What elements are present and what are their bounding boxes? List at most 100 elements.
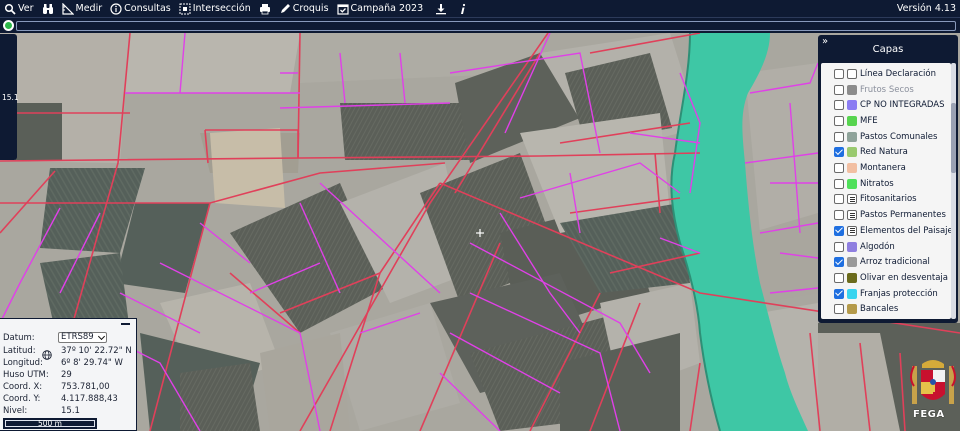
layer-row[interactable]: CP NO INTEGRADAS <box>821 97 951 113</box>
layer-checkbox[interactable] <box>834 194 844 205</box>
info-icon <box>110 2 122 15</box>
layer-color-swatch <box>847 100 857 111</box>
layer-row[interactable]: Frutos Secos <box>821 82 951 98</box>
layer-checkbox[interactable] <box>834 304 844 315</box>
layer-checkbox[interactable] <box>834 241 844 252</box>
layers-scrollbar[interactable] <box>951 63 956 319</box>
orthophoto-map[interactable] <box>0 33 960 431</box>
main-toolbar: Ver Medir Consultas Intersección Croquis… <box>0 0 960 17</box>
layer-row[interactable]: Olivar en desventaja <box>821 270 951 286</box>
layer-row[interactable]: Elementos del Paisaje <box>821 223 951 239</box>
layer-label: Montanera <box>860 163 906 174</box>
layer-row[interactable]: Pastos Comunales <box>821 129 951 145</box>
layer-row[interactable]: Línea Declaración <box>821 66 951 82</box>
latitude-row: Latitud: 37º 10' 22.72" N <box>3 346 137 356</box>
download-icon <box>436 3 447 14</box>
status-indicator <box>3 20 14 31</box>
layer-row[interactable]: Pastos Permanentes <box>821 207 951 223</box>
medir-label: Medir <box>75 3 103 14</box>
layer-row[interactable]: Fitosanitarios <box>821 192 951 208</box>
croquis-label: Croquis <box>292 3 329 14</box>
layer-color-swatch <box>847 178 857 189</box>
datum-value: ETRS89 <box>61 332 94 342</box>
layer-color-swatch <box>847 68 857 79</box>
layer-row[interactable]: Algodón <box>821 239 951 255</box>
layer-color-swatch <box>847 304 857 315</box>
list-legend-icon <box>847 194 857 205</box>
layer-checkbox[interactable] <box>834 210 844 221</box>
layer-label: CP NO INTEGRADAS <box>860 100 945 111</box>
layer-label: Línea Declaración <box>860 68 936 79</box>
layer-checkbox[interactable] <box>834 163 844 174</box>
download-button[interactable] <box>435 3 447 15</box>
layer-row[interactable]: Arroz tradicional <box>821 254 951 270</box>
print-icon <box>259 3 270 14</box>
layer-label: Algodón <box>860 241 895 252</box>
layer-checkbox[interactable] <box>834 68 844 79</box>
layer-row[interactable]: Franjas protección <box>821 286 951 302</box>
layer-label: Red Natura <box>860 147 908 158</box>
layer-row[interactable]: Nitratos <box>821 176 951 192</box>
layer-checkbox[interactable] <box>834 147 844 158</box>
coord-x-row: Coord. X: 753.781,00 <box>3 382 137 392</box>
layer-checkbox[interactable] <box>834 272 844 283</box>
help-button[interactable] <box>457 3 469 15</box>
ver-button[interactable]: Ver <box>4 3 34 15</box>
coord-x-value: 753.781,00 <box>61 382 110 392</box>
croquis-button[interactable]: Croquis <box>279 3 329 15</box>
intersection-icon <box>179 3 191 14</box>
datum-select[interactable]: ETRS89 <box>58 332 107 343</box>
consultas-label: Consultas <box>124 3 171 14</box>
latitude-label: Latitud: <box>3 346 36 356</box>
coord-y-label: Coord. Y: <box>3 394 41 404</box>
layer-checkbox[interactable] <box>834 225 844 236</box>
interseccion-label: Intersección <box>192 3 251 14</box>
layer-label: Franjas protección <box>860 288 938 299</box>
campana-label: Campaña 2023 <box>350 3 424 14</box>
search-icon <box>4 3 16 15</box>
layers-title: Capas <box>872 44 904 55</box>
coord-x-label: Coord. X: <box>3 382 43 392</box>
huso-row: Huso UTM: 29 <box>3 370 137 380</box>
layer-color-swatch <box>847 257 857 268</box>
layer-label: Nitratos <box>860 178 894 189</box>
huso-value: 29 <box>61 370 72 380</box>
ver-label: Ver <box>18 3 34 14</box>
layer-checkbox[interactable] <box>834 257 844 268</box>
print-button[interactable] <box>259 3 271 15</box>
consultas-button[interactable]: Consultas <box>110 2 171 15</box>
binoculars-button[interactable] <box>42 3 54 15</box>
layer-checkbox[interactable] <box>834 288 844 299</box>
campana-button[interactable]: Campaña 2023 <box>336 3 424 15</box>
layer-row[interactable]: Montanera <box>821 160 951 176</box>
medir-button[interactable]: Medir <box>61 2 103 15</box>
minimize-icon[interactable] <box>121 323 130 325</box>
layer-row[interactable]: Bancales <box>821 302 951 318</box>
layer-label: Elementos del Paisaje <box>860 225 951 236</box>
layer-label: MFE <box>860 115 878 126</box>
layer-row[interactable]: MFE <box>821 113 951 129</box>
layer-color-swatch <box>847 272 857 283</box>
longitude-row: Longitud: 6º 8' 29.74" W <box>3 358 137 368</box>
interseccion-button[interactable]: Intersección <box>179 3 251 15</box>
chevron-down-icon <box>97 332 106 341</box>
layer-label: Fitosanitarios <box>860 194 917 205</box>
scrollbar-thumb[interactable] <box>951 103 956 173</box>
version-label: Versión 4.13 <box>896 3 956 14</box>
calendar-check-icon <box>336 3 349 15</box>
layer-checkbox[interactable] <box>834 100 844 111</box>
layers-panel: » Capas Línea Declaración Frutos Secos CP … <box>818 35 958 323</box>
layer-row[interactable]: Red Natura <box>821 145 951 161</box>
progress-track <box>16 21 956 31</box>
layer-checkbox[interactable] <box>834 178 844 189</box>
ruler-icon <box>61 2 74 15</box>
nivel-value: 15.1 <box>61 406 80 416</box>
layer-color-swatch <box>847 115 857 126</box>
layer-label: Pastos Comunales <box>860 131 938 142</box>
map-canvas[interactable] <box>0 33 960 431</box>
latitude-value: 37º 10' 22.72" N <box>61 346 132 356</box>
zoom-level-value: 15.1 <box>2 92 19 102</box>
layer-checkbox[interactable] <box>834 115 844 126</box>
layer-checkbox[interactable] <box>834 84 844 95</box>
layer-checkbox[interactable] <box>834 131 844 142</box>
